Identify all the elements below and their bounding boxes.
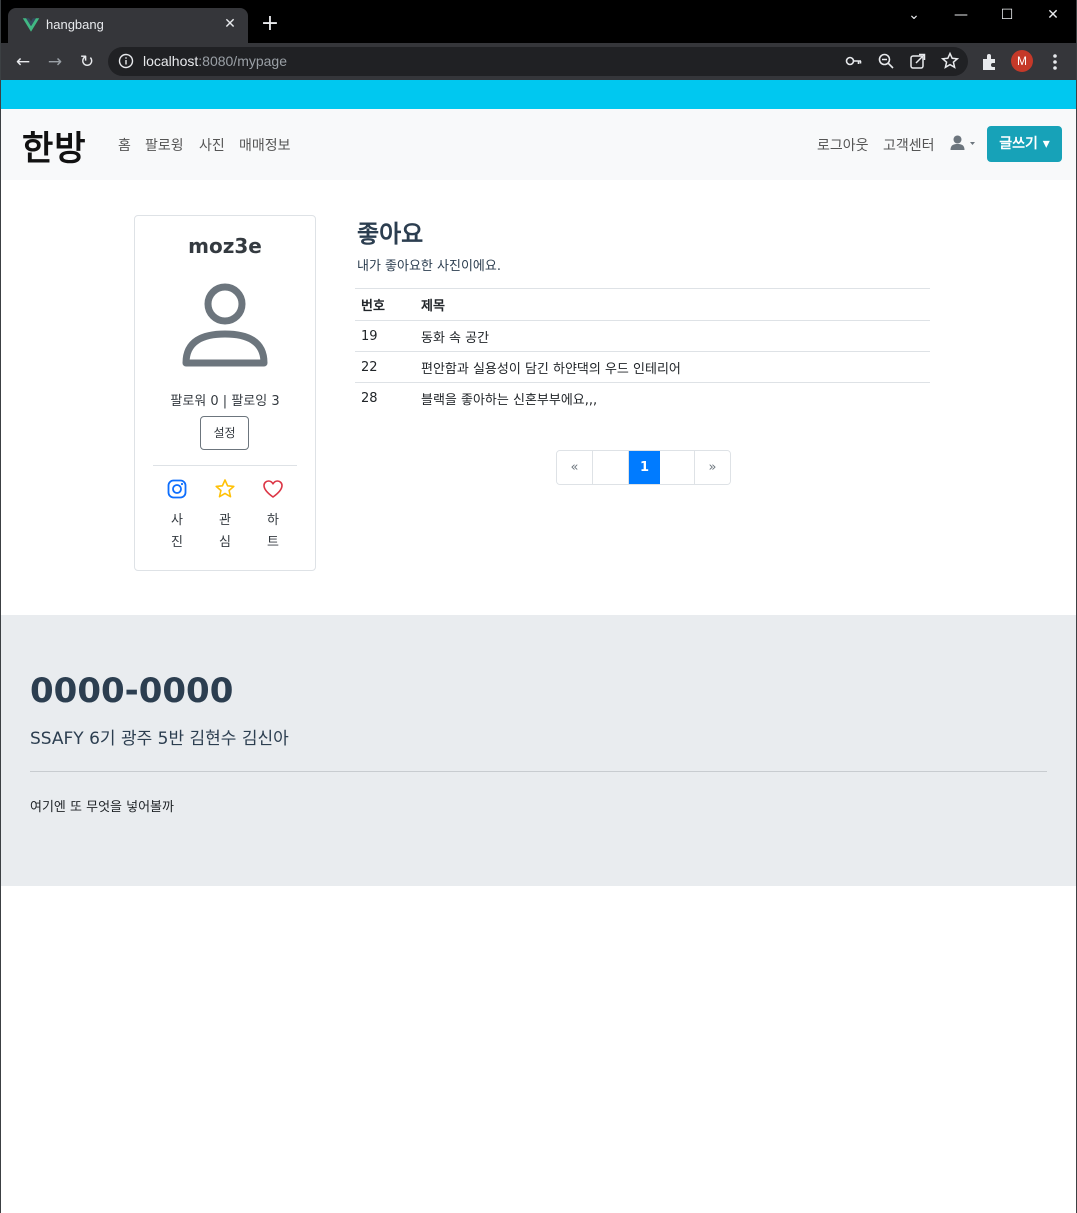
- tab-close-icon[interactable]: ✕: [220, 14, 240, 34]
- instagram-icon: [167, 479, 187, 499]
- vue-logo-icon: [22, 18, 40, 32]
- row-title[interactable]: 편안함과 실용성이 담긴 하얀댁의 우드 인테리어: [415, 351, 930, 383]
- page-prev-button[interactable]: [593, 451, 629, 484]
- profile-username: moz3e: [188, 234, 262, 258]
- follow-counts: 팔로워 0 | 팔로잉 3: [170, 394, 280, 409]
- tab-hearts-label: 하트: [267, 513, 279, 550]
- footer-team: SSAFY 6기 광주 5반 김현수 김신아: [30, 729, 289, 749]
- person-avatar-icon: [182, 283, 268, 367]
- tab-photos-label: 사진: [171, 513, 183, 550]
- top-accent-strip: [0, 80, 1077, 109]
- more-menu-icon[interactable]: [1044, 51, 1066, 73]
- browser-profile-avatar[interactable]: M: [1011, 50, 1033, 72]
- new-tab-button[interactable]: +: [259, 13, 281, 35]
- profile-card: moz3e 팔로워 0 | 팔로잉 3 설정 사진 관심 하트: [134, 215, 316, 571]
- nav-link-market-info[interactable]: 매매정보: [239, 135, 291, 155]
- bookmark-star-icon[interactable]: [940, 51, 960, 71]
- extensions-icon[interactable]: [979, 51, 1001, 73]
- window-border-left: [0, 0, 1, 1213]
- page-first-button[interactable]: «: [557, 451, 593, 484]
- likes-section-description: 내가 좋아요한 사진이에요.: [357, 259, 501, 274]
- user-dropdown-icon[interactable]: [950, 135, 980, 153]
- heart-icon: [263, 480, 283, 498]
- star-icon: [215, 479, 235, 498]
- url-host: localhost: [143, 53, 199, 69]
- page-current-button[interactable]: 1: [629, 451, 660, 484]
- table-header-row: 번호 제목: [355, 288, 930, 321]
- likes-section-title: 좋아요: [357, 220, 424, 248]
- card-divider: [153, 465, 297, 466]
- site-navbar: 한방 홈 팔로윙 사진 매매정보 로그아웃 고객센터 글쓰기 ▾: [0, 109, 1077, 180]
- close-window-button[interactable]: ✕: [1030, 0, 1076, 30]
- share-icon[interactable]: [908, 51, 928, 71]
- zoom-icon[interactable]: [876, 51, 896, 71]
- settings-button[interactable]: 설정: [200, 416, 249, 450]
- brand-logo[interactable]: 한방: [22, 121, 87, 170]
- maximize-button[interactable]: ☐: [984, 0, 1030, 30]
- table-row[interactable]: 22 편안함과 실용성이 담긴 하얀댁의 우드 인테리어: [355, 351, 930, 383]
- browser-toolbar: ← → ↻ localhost:8080/mypage: [0, 43, 1077, 80]
- nav-link-following[interactable]: 팔로윙: [145, 135, 184, 155]
- site-footer: 0000-0000 SSAFY 6기 광주 5반 김현수 김신아 여기엔 또 무…: [0, 615, 1077, 886]
- site-info-icon[interactable]: [118, 53, 134, 69]
- key-icon[interactable]: [844, 51, 864, 71]
- page-next-button[interactable]: [660, 451, 695, 484]
- page-last-button[interactable]: »: [695, 451, 730, 484]
- forward-icon[interactable]: →: [42, 49, 68, 75]
- nav-link-photos[interactable]: 사진: [199, 135, 225, 155]
- column-header-number: 번호: [355, 288, 415, 321]
- nav-link-support[interactable]: 고객센터: [883, 135, 935, 155]
- table-row[interactable]: 28 블랙을 좋아하는 신혼부부에요,,,: [355, 382, 930, 414]
- address-bar[interactable]: localhost:8080/mypage: [108, 47, 968, 76]
- tab-interests-label: 관심: [219, 513, 231, 550]
- table-row[interactable]: 19 동화 속 공간: [355, 320, 930, 352]
- browser-titlebar: hangbang ✕ + ⌄ — ☐ ✕: [0, 0, 1077, 43]
- row-title[interactable]: 동화 속 공간: [415, 320, 930, 352]
- row-number: 28: [355, 382, 415, 414]
- footer-extra-text: 여기엔 또 무엇을 넣어볼까: [30, 800, 174, 815]
- write-post-button[interactable]: 글쓰기 ▾: [987, 126, 1062, 162]
- url-text[interactable]: localhost:8080/mypage: [143, 53, 287, 69]
- nav-link-logout[interactable]: 로그아웃: [817, 135, 869, 155]
- likes-table: 번호 제목 19 동화 속 공간 22 편안함과 실용성이 담긴 하얀댁의 우드…: [355, 288, 930, 414]
- column-header-title: 제목: [415, 288, 930, 321]
- row-title[interactable]: 블랙을 좋아하는 신혼부부에요,,,: [415, 382, 930, 414]
- tab-title: hangbang: [46, 17, 104, 32]
- row-number: 22: [355, 351, 415, 383]
- row-number: 19: [355, 320, 415, 352]
- tab-photos[interactable]: 사진: [162, 478, 192, 554]
- back-icon[interactable]: ←: [10, 49, 36, 75]
- footer-divider: [30, 771, 1047, 772]
- minimize-button[interactable]: —: [938, 0, 984, 30]
- browser-tab[interactable]: hangbang ✕: [8, 8, 248, 43]
- nav-link-home[interactable]: 홈: [118, 135, 131, 155]
- footer-phone: 0000-0000: [30, 671, 234, 711]
- tab-search-icon[interactable]: ⌄: [891, 0, 937, 30]
- tab-hearts[interactable]: 하트: [258, 478, 288, 554]
- reload-icon[interactable]: ↻: [74, 49, 100, 75]
- pagination: « 1 »: [556, 450, 731, 485]
- tab-interests[interactable]: 관심: [210, 478, 240, 554]
- url-path: :8080/mypage: [198, 53, 287, 69]
